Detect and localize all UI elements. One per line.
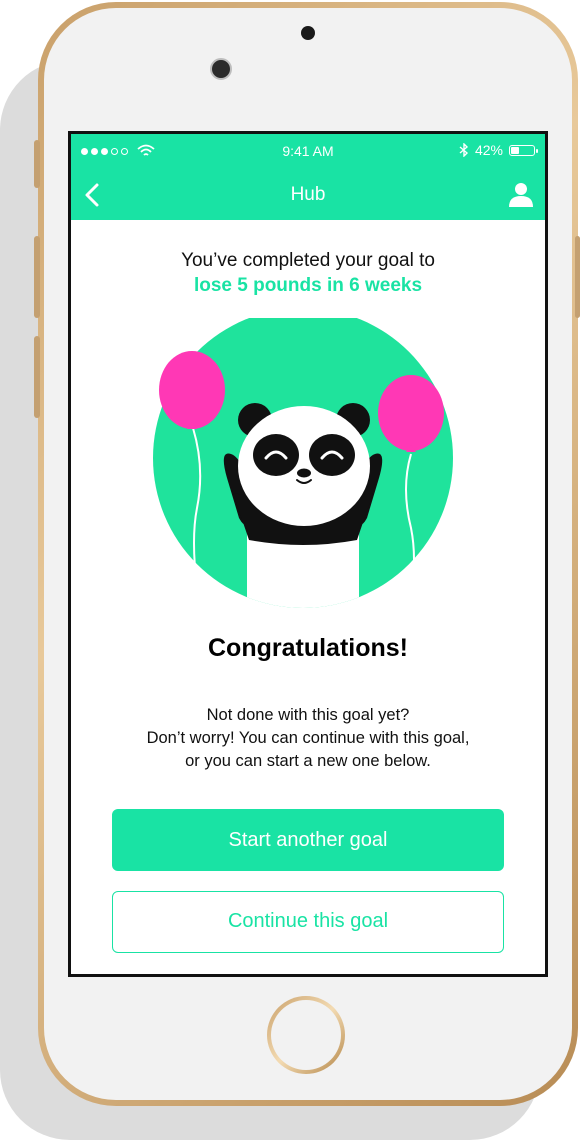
screen: 9:41 AM 42% Hub You’ve completed your go…	[68, 131, 548, 977]
panda-balloons-illustration	[153, 318, 453, 608]
message-line: or you can start a new one below.	[185, 752, 431, 770]
status-bar: 9:41 AM 42%	[71, 134, 545, 170]
battery-level	[511, 146, 519, 154]
volume-down-button	[34, 336, 40, 418]
earpiece-icon	[301, 26, 315, 40]
message-line: Don’t worry! You can continue with this …	[146, 729, 470, 747]
main-content: You’ve completed your goal to lose 5 pou…	[71, 220, 545, 974]
battery-percent: 42%	[474, 142, 503, 158]
page-title: Hub	[290, 184, 326, 205]
congrats-message: Not done with this goal yet? Don’t worry…	[71, 704, 545, 773]
status-right: 42%	[459, 142, 538, 158]
continue-goal-button[interactable]: Continue this goal	[112, 891, 504, 953]
bluetooth-icon	[459, 143, 468, 157]
battery-icon	[509, 144, 538, 156]
panda-left-eye-patch	[253, 434, 299, 476]
volume-up-button	[34, 236, 40, 318]
user-icon[interactable]	[507, 180, 535, 208]
screen-content: 9:41 AM 42% Hub You’ve completed your go…	[71, 134, 545, 974]
message-line: Not done with this goal yet?	[206, 706, 410, 724]
left-balloon	[159, 351, 225, 429]
panda-right-eye-patch	[309, 434, 355, 476]
nav-bar: Hub	[71, 170, 545, 220]
congrats-title: Congratulations!	[208, 634, 408, 662]
panda-nose	[297, 468, 311, 478]
goal-highlight: lose 5 pounds in 6 weeks	[193, 275, 423, 296]
start-another-goal-button[interactable]: Start another goal	[112, 809, 504, 871]
goal-intro: You’ve completed your goal to	[181, 250, 435, 271]
home-button[interactable]	[267, 996, 345, 1074]
mute-switch	[34, 140, 40, 188]
front-camera-icon	[210, 58, 232, 80]
right-balloon	[378, 375, 444, 451]
power-button	[575, 236, 580, 318]
